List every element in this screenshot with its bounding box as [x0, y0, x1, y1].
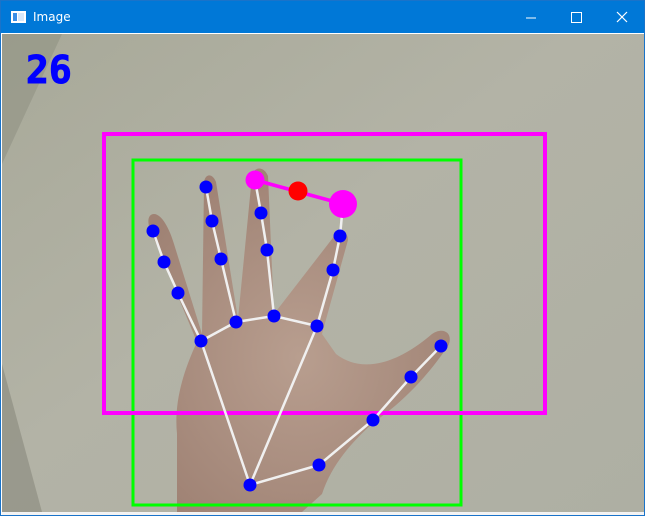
landmark-index-mcp [310, 319, 324, 333]
landmark-ring-pip [214, 252, 228, 266]
maximize-icon [571, 12, 582, 23]
landmark-pinky-mcp [194, 334, 208, 348]
landmark-thumb-cmc [312, 458, 326, 472]
landmark-wrist [243, 478, 257, 492]
landmark-thumb-tip [434, 339, 448, 353]
landmark-index-dip [333, 229, 347, 243]
landmark-thumb-mcp [366, 413, 380, 427]
title-bar[interactable]: Image [1, 1, 644, 33]
minimize-button[interactable] [508, 1, 554, 33]
landmark-thumb-ip [404, 370, 418, 384]
gesture-point-middle-tip [245, 170, 265, 190]
landmark-ring-dip [205, 214, 219, 228]
image-window: Image 26 [0, 0, 645, 516]
maximize-button[interactable] [554, 1, 600, 33]
camera-frame: 26 [2, 34, 644, 512]
close-button[interactable] [600, 1, 644, 33]
landmark-pinky-dip [157, 255, 171, 269]
landmark-pinky-pip [171, 286, 185, 300]
gesture-midpoint [288, 181, 308, 201]
gesture-point-index-tip [329, 190, 357, 218]
app-icon [11, 11, 26, 23]
landmark-middle-mcp [267, 309, 281, 323]
landmark-ring-tip [199, 180, 213, 194]
landmark-middle-pip [260, 243, 274, 257]
camera-view: 26 [2, 34, 644, 512]
close-icon [616, 11, 628, 23]
bottom-strip [2, 512, 644, 515]
landmark-index-pip [326, 263, 340, 277]
counter-text: 26 [26, 48, 72, 92]
landmark-middle-dip [254, 206, 268, 220]
window-title: Image [33, 10, 71, 24]
landmark-ring-mcp [229, 315, 243, 329]
minimize-icon [526, 17, 536, 19]
landmark-pinky-tip [146, 224, 160, 238]
